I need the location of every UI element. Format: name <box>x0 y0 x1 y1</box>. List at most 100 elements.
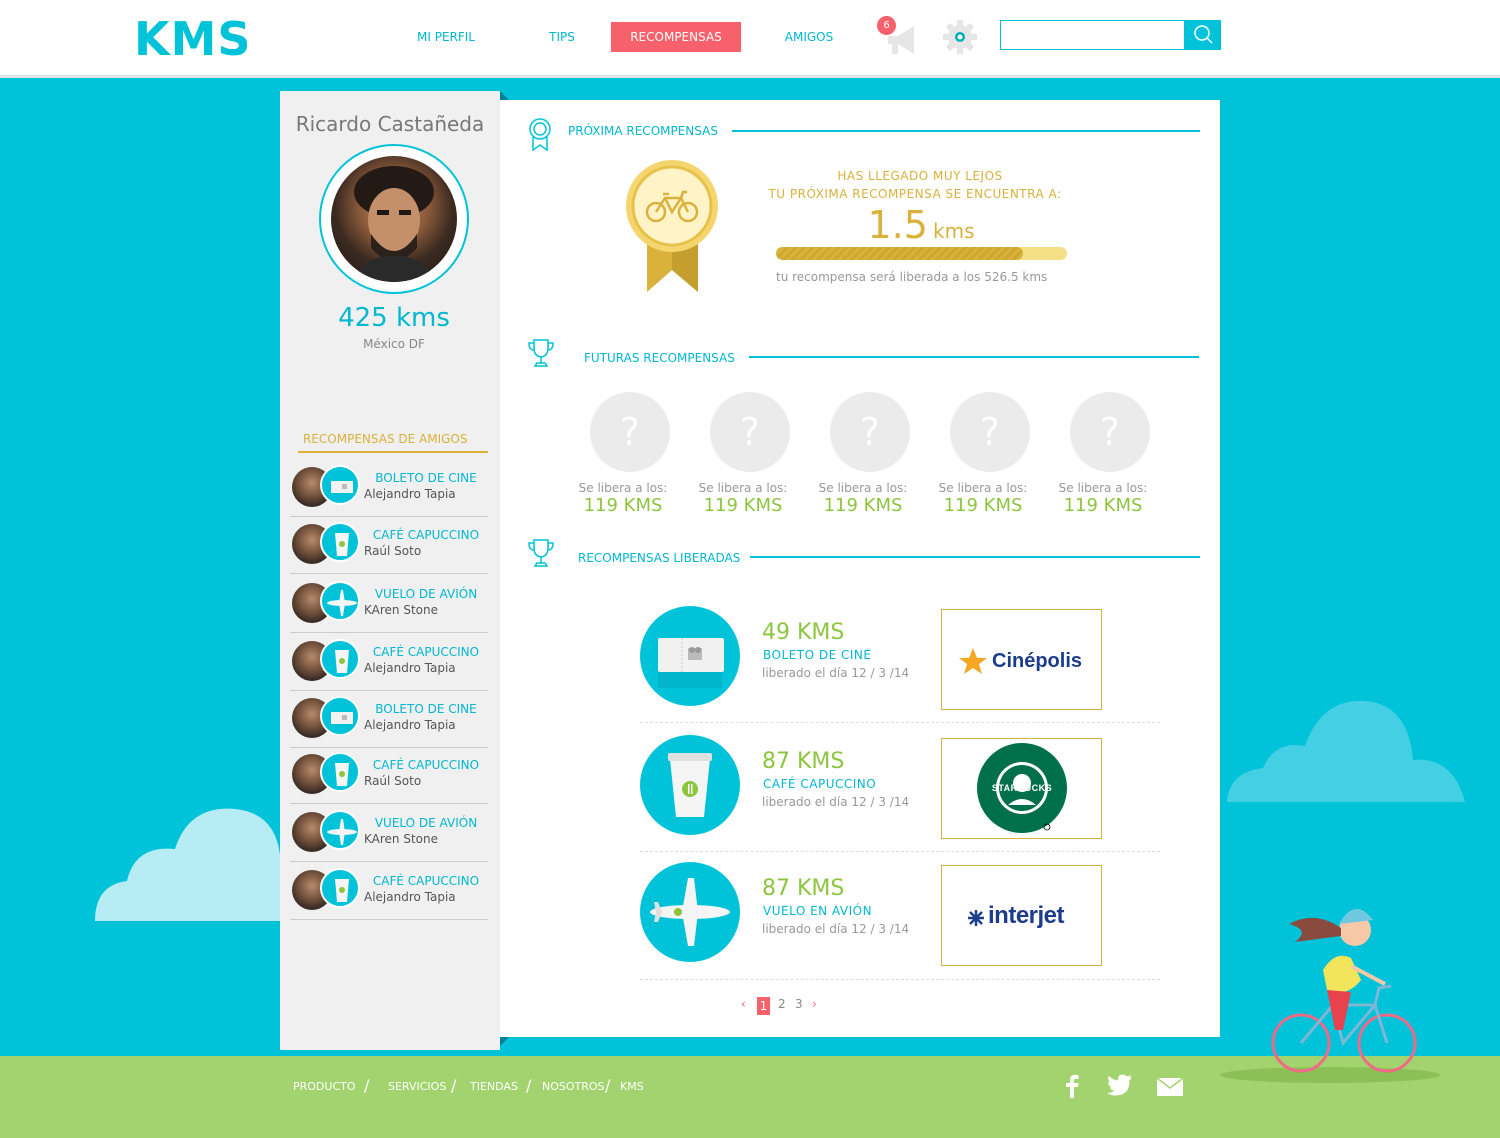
footer-link-servicios[interactable]: SERVICIOS <box>388 1080 446 1093</box>
search-icon <box>1194 25 1213 44</box>
unlocked-rewards-title: RECOMPENSAS LIBERADAS <box>578 551 741 565</box>
trophy-icon <box>528 539 554 567</box>
future-reward-slot[interactable]: ? <box>590 392 670 472</box>
nav-mi-perfil[interactable]: MI PERFIL <box>408 22 484 52</box>
locked-reward-mark: ? <box>950 392 1030 472</box>
brand-logo-interjet[interactable]: interjet <box>941 865 1102 966</box>
user-name: Ricardo Castañeda <box>295 112 485 136</box>
airplane-icon <box>650 878 730 946</box>
footer-separator: / <box>364 1076 370 1095</box>
reward-divider <box>640 851 1160 852</box>
next-reward-rule <box>732 130 1200 132</box>
top-bar: KMS MI PERFIL TIPS RECOMPENSAS AMIGOS 6 <box>0 0 1500 78</box>
user-city: México DF <box>363 337 425 351</box>
nav-recompensas[interactable]: RECOMPENSAS <box>611 22 741 52</box>
reward-kms: 87 KMS <box>762 749 845 774</box>
search-field[interactable] <box>1000 20 1185 50</box>
future-reward-slot[interactable]: ? <box>950 392 1030 472</box>
footer-link-producto[interactable]: PRODUCTO <box>293 1080 356 1093</box>
friend-reward-item[interactable]: CAFÉ CAPUCCINO Raúl Soto <box>290 746 488 804</box>
reward-icon-circle <box>640 862 740 962</box>
footer-link-kms[interactable]: KMS <box>620 1080 644 1093</box>
friend-reward-item[interactable]: BOLETO DE CINE Alejandro Tapia <box>290 690 488 748</box>
reward-icon-circle <box>640 606 740 706</box>
friend-reward-item[interactable]: BOLETO DE CINE Alejandro Tapia <box>290 459 488 517</box>
friend-reward-item[interactable]: CAFÉ CAPUCCINO Alejandro Tapia <box>290 633 488 691</box>
kms-logo[interactable]: KMS <box>134 12 252 66</box>
reward-kms: 49 KMS <box>762 620 845 645</box>
future-reward-slot[interactable]: ? <box>830 392 910 472</box>
friend-name: KAren Stone <box>364 832 438 846</box>
airplane-icon <box>320 810 360 850</box>
bicycle-medal-icon <box>626 160 718 292</box>
footer-separator: / <box>526 1076 532 1095</box>
search-button[interactable] <box>1184 20 1221 50</box>
future-reward-label: Se libera a los: <box>1058 481 1148 495</box>
future-reward-kms: 119 KMS <box>583 495 663 516</box>
reward-date: liberado el día 12 / 3 /14 <box>762 922 910 936</box>
ticket-icon <box>658 638 724 688</box>
brand-logo-cinepolis[interactable]: Cinépolis <box>941 609 1102 710</box>
reward-divider <box>640 722 1160 723</box>
search-input[interactable] <box>1001 21 1184 49</box>
unlocked-reward-item[interactable]: 87 KMS VUELO EN AVIÓN liberado el día 12… <box>640 862 1160 982</box>
footer-link-nosotros[interactable]: NOSOTROS <box>542 1080 605 1093</box>
friend-reward-title: BOLETO DE CINE <box>375 471 477 485</box>
pager-page-3[interactable]: 3 <box>795 997 803 1011</box>
airplane-icon <box>320 581 360 621</box>
unlocked-reward-item[interactable]: 87 KMS CAFÉ CAPUCCINO liberado el día 12… <box>640 735 1160 875</box>
locked-reward-mark: ? <box>830 392 910 472</box>
future-reward-kms: 119 KMS <box>1063 495 1143 516</box>
mail-icon[interactable] <box>1157 1078 1183 1096</box>
coffee-cup-icon <box>320 639 360 679</box>
friend-name: Alejandro Tapia <box>364 890 456 904</box>
pager-next[interactable]: › <box>812 997 817 1011</box>
future-reward-slot[interactable]: ? <box>710 392 790 472</box>
next-reward-progress-fill <box>776 247 1024 260</box>
brand-logo-starbucks[interactable]: STARBUCKS COFFEE <box>941 738 1102 875</box>
notification-badge: 6 <box>877 16 896 35</box>
reward-date: liberado el día 12 / 3 /14 <box>762 666 910 680</box>
gear-icon[interactable] <box>941 18 979 56</box>
pager-prev[interactable]: ‹ <box>741 997 746 1011</box>
friend-reward-item[interactable]: VUELO DE AVIÓN KAren Stone <box>290 575 488 633</box>
reward-name: CAFÉ CAPUCCINO <box>763 777 877 791</box>
unlocked-reward-item[interactable]: 49 KMS BOLETO DE CINE liberado el día 12… <box>640 606 1160 726</box>
pager-page-1[interactable]: 1 <box>757 997 770 1015</box>
nav-amigos[interactable]: AMIGOS <box>776 22 842 52</box>
friend-name: Alejandro Tapia <box>364 487 456 501</box>
footer-link-tiendas[interactable]: TIENDAS <box>470 1080 518 1093</box>
panel-fold-top <box>500 91 509 100</box>
reward-kms: 87 KMS <box>762 876 845 901</box>
cyclist-illustration <box>1220 908 1440 1083</box>
locked-reward-mark: ? <box>590 392 670 472</box>
friend-reward-item[interactable]: CAFÉ CAPUCCINO Alejandro Tapia <box>290 862 488 920</box>
footer-separator: / <box>451 1076 457 1095</box>
cloud-left <box>95 808 280 921</box>
total-kms: 425 kms <box>338 303 450 333</box>
ticket-icon <box>320 696 360 736</box>
reward-name: BOLETO DE CINE <box>763 648 872 662</box>
unlocked-rewards-rule <box>750 556 1200 558</box>
next-reward-release-note: tu recompensa será liberada a los 526.5 … <box>776 270 1048 284</box>
friend-reward-item[interactable]: CAFÉ CAPUCCINO Raúl Soto <box>290 516 488 574</box>
friend-reward-title: BOLETO DE CINE <box>375 702 477 716</box>
next-reward-distance: 1.5 kms <box>776 203 1066 247</box>
avatar[interactable] <box>331 156 457 282</box>
future-rewards-title: FUTURAS RECOMPENSAS <box>584 351 735 365</box>
future-reward-kms: 119 KMS <box>703 495 783 516</box>
locked-reward-mark: ? <box>710 392 790 472</box>
reward-name: VUELO EN AVIÓN <box>763 904 873 918</box>
future-reward-slot[interactable]: ? <box>1070 392 1150 472</box>
friend-name: Alejandro Tapia <box>364 718 456 732</box>
facebook-icon[interactable] <box>1064 1074 1080 1098</box>
nav-tips[interactable]: TIPS <box>540 22 584 52</box>
friend-reward-item[interactable]: VUELO DE AVIÓN KAren Stone <box>290 804 488 862</box>
friend-name: KAren Stone <box>364 603 438 617</box>
future-rewards-rule <box>749 356 1199 358</box>
locked-reward-mark: ? <box>1070 392 1150 472</box>
friend-reward-title: CAFÉ CAPUCCINO <box>372 528 480 542</box>
pager-page-2[interactable]: 2 <box>778 997 786 1011</box>
twitter-icon[interactable] <box>1107 1074 1133 1096</box>
coffee-cup-icon <box>668 753 712 817</box>
